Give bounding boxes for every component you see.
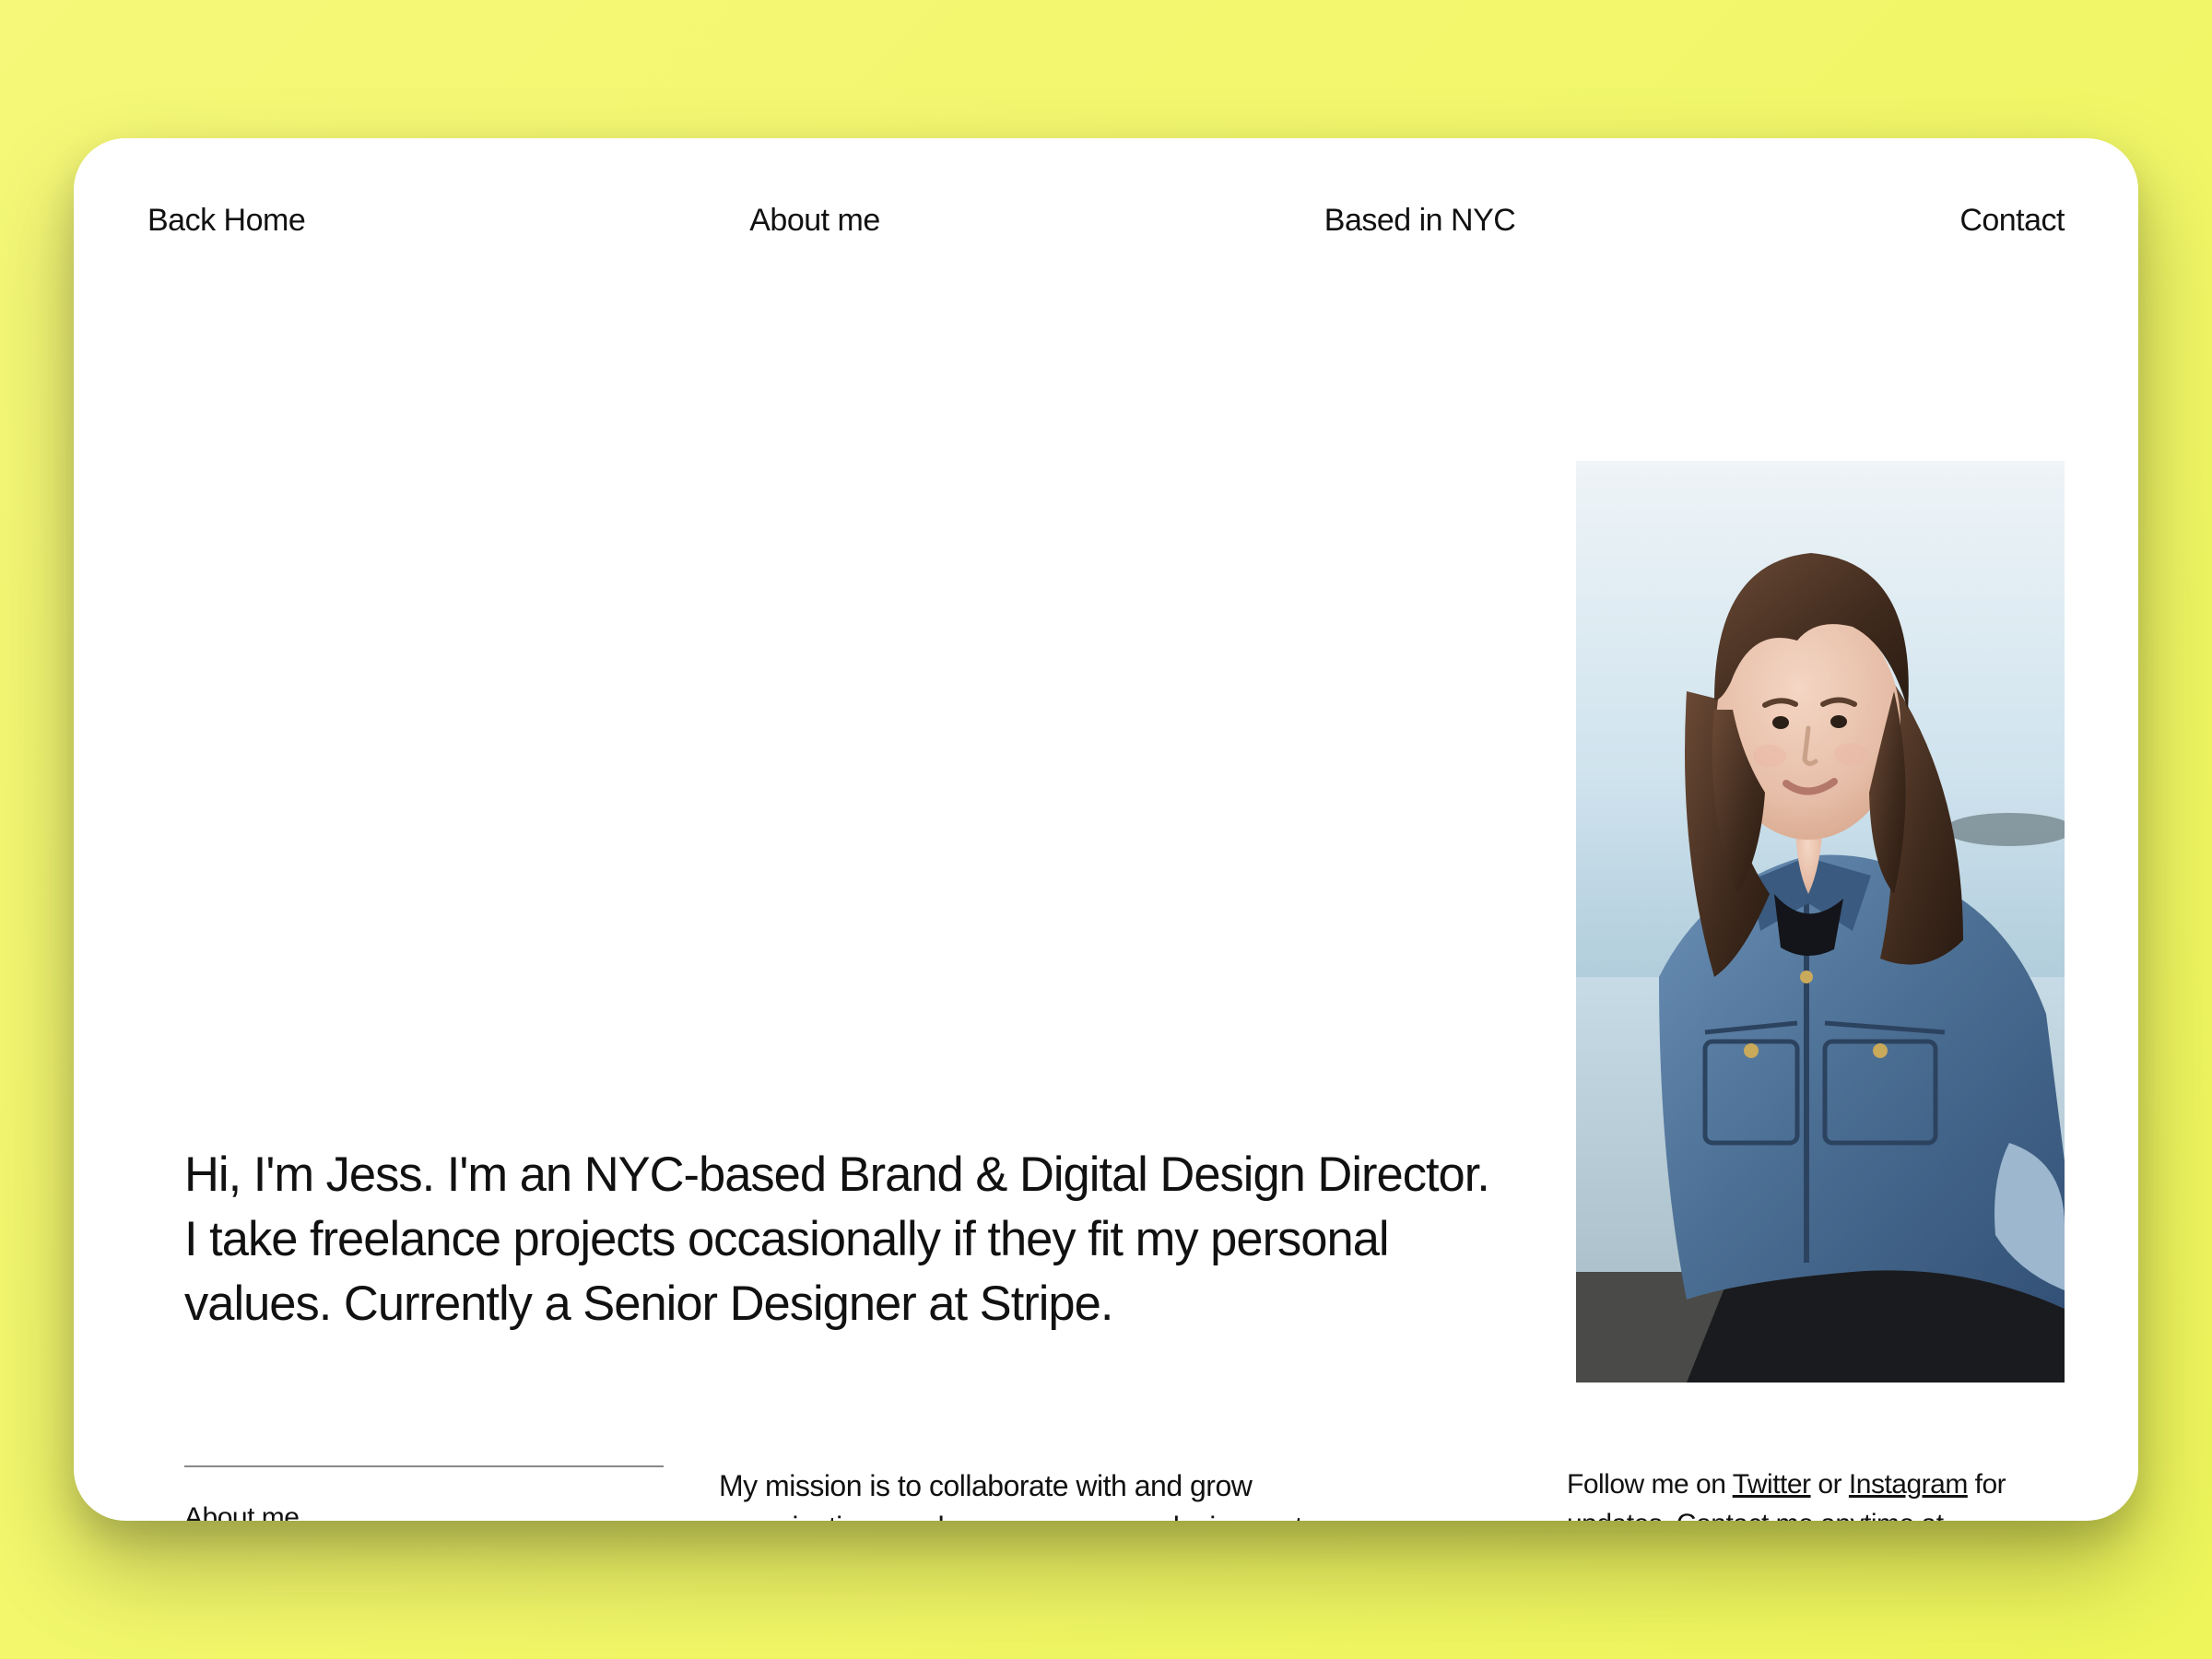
follow-text: Follow me on Twitter or Instagram for up… — [1567, 1465, 2065, 1521]
twitter-link[interactable]: Twitter — [1733, 1469, 1811, 1500]
nav-contact[interactable]: Contact — [1959, 203, 2065, 239]
portrait-photo — [1576, 461, 2065, 1382]
mission-text: My mission is to collaborate with and gr… — [719, 1465, 1382, 1521]
nav-back-home[interactable]: Back Home — [147, 203, 305, 239]
instagram-link[interactable]: Instagram — [1849, 1469, 1968, 1500]
about-label-block: About me — [184, 1465, 682, 1521]
follow-prefix: Follow me on — [1567, 1469, 1733, 1500]
hero-intro: Hi, I'm Jess. I'm an NYC-based Brand & D… — [184, 1143, 1512, 1335]
nav-location: Based in NYC — [1324, 203, 1516, 239]
footer-row: About me My mission is to collaborate wi… — [184, 1465, 2065, 1521]
top-nav: Back Home About me Based in NYC Contact — [147, 203, 2065, 239]
page-card: Back Home About me Based in NYC Contact — [74, 138, 2138, 1521]
divider-rule — [184, 1465, 664, 1467]
about-label: About me — [184, 1502, 682, 1521]
nav-about-me[interactable]: About me — [749, 203, 880, 239]
follow-or: or — [1811, 1469, 1849, 1500]
